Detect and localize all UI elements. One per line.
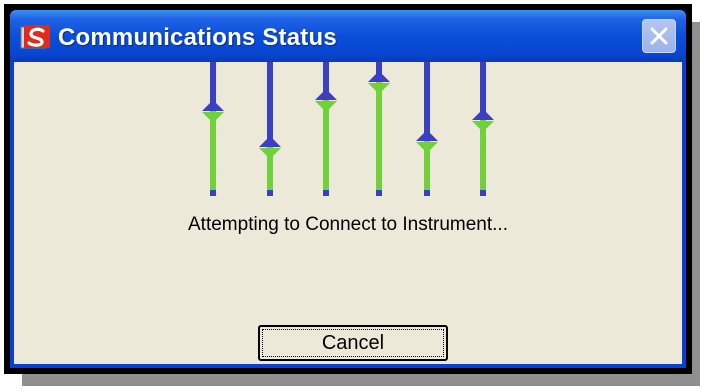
close-button[interactable] [642, 19, 676, 53]
title-bar[interactable]: Communications Status [10, 10, 686, 62]
app-s-logo-icon [20, 24, 52, 50]
indicator-bar-3 [315, 62, 337, 196]
indicator-bar-4 [368, 62, 390, 196]
indicator-bar-5 [416, 62, 438, 196]
cancel-button[interactable]: Cancel [258, 325, 448, 361]
dialog-frame: Communications Status Attempting to Conn… [10, 10, 686, 368]
window-title: Communications Status [58, 24, 337, 51]
activity-indicator [202, 62, 494, 196]
dialog-client-area: Attempting to Connect to Instrument... C… [14, 62, 682, 364]
communications-status-dialog: Communications Status Attempting to Conn… [4, 4, 692, 374]
indicator-bar-6 [472, 62, 494, 196]
indicator-bar-1 [202, 62, 224, 196]
cancel-button-label: Cancel [262, 329, 444, 357]
screenshot-canvas: Communications Status Attempting to Conn… [0, 0, 702, 390]
close-icon [649, 26, 669, 46]
indicator-bar-2 [259, 62, 281, 196]
status-message: Attempting to Connect to Instrument... [188, 214, 508, 235]
